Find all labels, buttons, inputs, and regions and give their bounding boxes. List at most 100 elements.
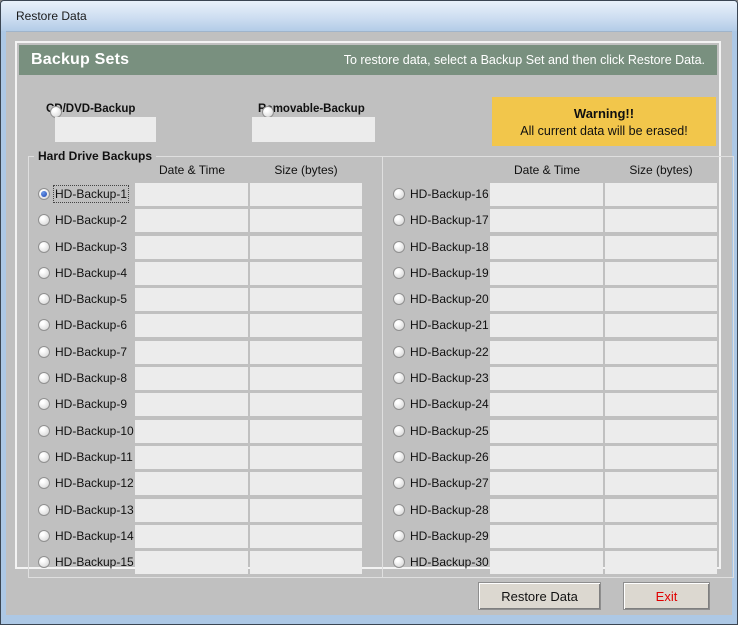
size-field[interactable] bbox=[605, 445, 717, 469]
size-field[interactable] bbox=[250, 261, 362, 285]
removable-backup-option[interactable]: Removable-Backup bbox=[252, 101, 365, 118]
backup-radio-button[interactable] bbox=[393, 477, 405, 490]
backup-radio-button[interactable] bbox=[393, 266, 405, 279]
backup-label[interactable]: HD-Backup-15 bbox=[55, 555, 134, 569]
backup-radio-button[interactable] bbox=[38, 293, 50, 306]
backup-radio-button[interactable] bbox=[393, 424, 405, 437]
size-field[interactable] bbox=[605, 393, 717, 417]
size-field[interactable] bbox=[250, 288, 362, 312]
date-time-field[interactable] bbox=[135, 419, 248, 443]
backup-label[interactable]: HD-Backup-26 bbox=[410, 450, 489, 464]
date-time-field[interactable] bbox=[490, 367, 603, 391]
backup-label[interactable]: HD-Backup-12 bbox=[55, 476, 134, 490]
backup-radio-button[interactable] bbox=[393, 214, 405, 227]
backup-label[interactable]: HD-Backup-21 bbox=[410, 318, 489, 332]
size-field[interactable] bbox=[605, 288, 717, 312]
backup-radio-button[interactable] bbox=[38, 556, 50, 569]
date-time-field[interactable] bbox=[490, 445, 603, 469]
backup-radio-button[interactable] bbox=[393, 319, 405, 332]
backup-radio-button[interactable] bbox=[38, 345, 50, 358]
date-time-field[interactable] bbox=[490, 498, 603, 522]
date-time-field[interactable] bbox=[135, 498, 248, 522]
date-time-field[interactable] bbox=[490, 183, 603, 206]
size-field[interactable] bbox=[605, 314, 717, 338]
backup-label[interactable]: HD-Backup-20 bbox=[410, 292, 489, 306]
size-field[interactable] bbox=[605, 551, 717, 575]
size-field[interactable] bbox=[605, 209, 717, 233]
backup-label[interactable]: HD-Backup-7 bbox=[55, 345, 127, 359]
backup-label[interactable]: HD-Backup-10 bbox=[55, 424, 134, 438]
backup-label[interactable]: HD-Backup-19 bbox=[410, 266, 489, 280]
backup-radio-button[interactable] bbox=[38, 398, 50, 411]
backup-radio-button[interactable] bbox=[38, 214, 50, 227]
size-field[interactable] bbox=[605, 340, 717, 364]
size-field[interactable] bbox=[250, 472, 362, 496]
backup-label[interactable]: HD-Backup-6 bbox=[55, 318, 127, 332]
backup-label[interactable]: HD-Backup-24 bbox=[410, 397, 489, 411]
date-time-field[interactable] bbox=[490, 472, 603, 496]
date-time-field[interactable] bbox=[135, 551, 248, 575]
restore-data-button[interactable]: Restore Data bbox=[478, 582, 601, 610]
date-time-field[interactable] bbox=[490, 209, 603, 233]
size-field[interactable] bbox=[250, 524, 362, 548]
size-field[interactable] bbox=[250, 551, 362, 575]
backup-label[interactable]: HD-Backup-27 bbox=[410, 476, 489, 490]
removable-value-field[interactable] bbox=[252, 117, 375, 142]
date-time-field[interactable] bbox=[490, 419, 603, 443]
date-time-field[interactable] bbox=[135, 524, 248, 548]
backup-radio-button[interactable] bbox=[393, 188, 405, 200]
backup-radio-button[interactable] bbox=[393, 372, 405, 385]
backup-radio-button[interactable] bbox=[393, 398, 405, 411]
date-time-field[interactable] bbox=[490, 235, 603, 259]
titlebar[interactable]: Restore Data bbox=[1, 1, 737, 31]
date-time-field[interactable] bbox=[135, 209, 248, 233]
date-time-field[interactable] bbox=[490, 261, 603, 285]
backup-radio-button[interactable] bbox=[393, 240, 405, 253]
date-time-field[interactable] bbox=[135, 261, 248, 285]
backup-radio-button[interactable] bbox=[393, 293, 405, 306]
backup-radio-button[interactable] bbox=[393, 450, 405, 463]
backup-radio-button[interactable] bbox=[38, 266, 50, 279]
backup-radio-button[interactable] bbox=[38, 319, 50, 332]
backup-radio-button[interactable] bbox=[393, 529, 405, 542]
exit-button[interactable]: Exit bbox=[623, 582, 710, 610]
date-time-field[interactable] bbox=[135, 340, 248, 364]
date-time-field[interactable] bbox=[490, 551, 603, 575]
size-field[interactable] bbox=[605, 183, 717, 206]
date-time-field[interactable] bbox=[135, 367, 248, 391]
size-field[interactable] bbox=[250, 235, 362, 259]
date-time-field[interactable] bbox=[490, 314, 603, 338]
backup-radio-button[interactable] bbox=[38, 503, 50, 516]
size-field[interactable] bbox=[605, 498, 717, 522]
backup-label[interactable]: HD-Backup-30 bbox=[410, 555, 489, 569]
size-field[interactable] bbox=[250, 419, 362, 443]
backup-label[interactable]: HD-Backup-18 bbox=[410, 240, 489, 254]
backup-label[interactable]: HD-Backup-1 bbox=[52, 185, 130, 203]
backup-label[interactable]: HD-Backup-13 bbox=[55, 503, 134, 517]
date-time-field[interactable] bbox=[135, 183, 248, 206]
backup-label[interactable]: HD-Backup-16 bbox=[410, 187, 489, 201]
size-field[interactable] bbox=[605, 367, 717, 391]
date-time-field[interactable] bbox=[135, 393, 248, 417]
backup-radio-button[interactable] bbox=[393, 503, 405, 516]
backup-radio-button[interactable] bbox=[38, 188, 50, 200]
date-time-field[interactable] bbox=[135, 472, 248, 496]
size-field[interactable] bbox=[250, 393, 362, 417]
backup-label[interactable]: HD-Backup-4 bbox=[55, 266, 127, 280]
backup-label[interactable]: HD-Backup-25 bbox=[410, 424, 489, 438]
size-field[interactable] bbox=[250, 314, 362, 338]
date-time-field[interactable] bbox=[490, 524, 603, 548]
size-field[interactable] bbox=[250, 340, 362, 364]
size-field[interactable] bbox=[250, 498, 362, 522]
size-field[interactable] bbox=[605, 472, 717, 496]
size-field[interactable] bbox=[250, 183, 362, 206]
backup-radio-button[interactable] bbox=[38, 450, 50, 463]
backup-label[interactable]: HD-Backup-8 bbox=[55, 371, 127, 385]
backup-label[interactable]: HD-Backup-3 bbox=[55, 240, 127, 254]
date-time-field[interactable] bbox=[135, 235, 248, 259]
backup-label[interactable]: HD-Backup-23 bbox=[410, 371, 489, 385]
backup-label[interactable]: HD-Backup-14 bbox=[55, 529, 134, 543]
size-field[interactable] bbox=[250, 445, 362, 469]
cd-dvd-backup-option[interactable]: CD/DVD-Backup bbox=[40, 101, 135, 118]
backup-radio-button[interactable] bbox=[38, 372, 50, 385]
